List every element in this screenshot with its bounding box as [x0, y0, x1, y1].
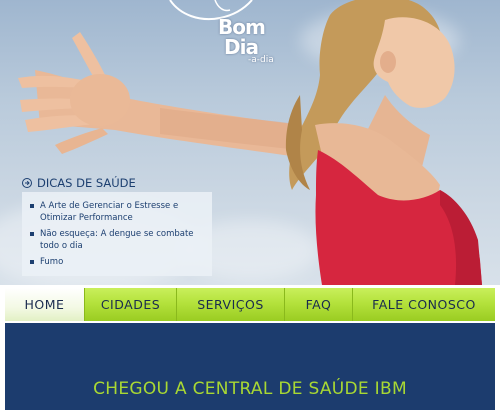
nav-faq[interactable]: FAQ	[285, 288, 353, 321]
banner-headline: CHEGOU A CENTRAL DE SAÚDE IBM	[93, 379, 407, 399]
nav-home[interactable]: HOME	[5, 288, 85, 321]
main-nav: HOME CIDADES SERVIÇOS FAQ FALE CONOSCO	[5, 288, 495, 321]
logo-dia-text: Dia	[224, 35, 259, 59]
arrow-circle-icon	[22, 178, 32, 188]
logo-bom-text: Bom	[218, 15, 266, 39]
central-saude-banner: CHEGOU A CENTRAL DE SAÚDE IBM	[5, 323, 495, 410]
bullet-icon	[30, 204, 34, 208]
health-tip-link[interactable]: Não esqueça: A dengue se combate todo o …	[28, 228, 206, 252]
health-tip-text: Não esqueça: A dengue se combate todo o …	[40, 229, 194, 251]
bullet-icon	[30, 260, 34, 264]
nav-servicos[interactable]: SERVIÇOS	[177, 288, 285, 321]
page: Bom Dia -a-dia DICAS DE SAÚDE A Arte de …	[0, 0, 500, 410]
health-tip-text: Fumo	[40, 257, 64, 267]
health-tips-list: A Arte de Gerenciar o Estresse e Otimiza…	[28, 200, 206, 268]
nav-cidades[interactable]: CIDADES	[85, 288, 177, 321]
health-tip-text: A Arte de Gerenciar o Estresse e Otimiza…	[40, 201, 179, 223]
health-tip-link[interactable]: A Arte de Gerenciar o Estresse e Otimiza…	[28, 200, 206, 224]
bom-dia-logo[interactable]: Bom Dia -a-dia	[160, 0, 280, 70]
health-tips-title: DICAS DE SAÚDE	[37, 176, 136, 190]
hero-banner: Bom Dia -a-dia DICAS DE SAÚDE A Arte de …	[0, 0, 500, 285]
bullet-icon	[30, 232, 34, 236]
health-tips-heading[interactable]: DICAS DE SAÚDE	[22, 176, 136, 190]
logo-a-dia-text: -a-dia	[248, 55, 274, 65]
health-tips-box: A Arte de Gerenciar o Estresse e Otimiza…	[22, 192, 212, 276]
health-tip-link[interactable]: Fumo	[28, 256, 206, 268]
nav-fale-conosco[interactable]: FALE CONOSCO	[353, 288, 495, 321]
